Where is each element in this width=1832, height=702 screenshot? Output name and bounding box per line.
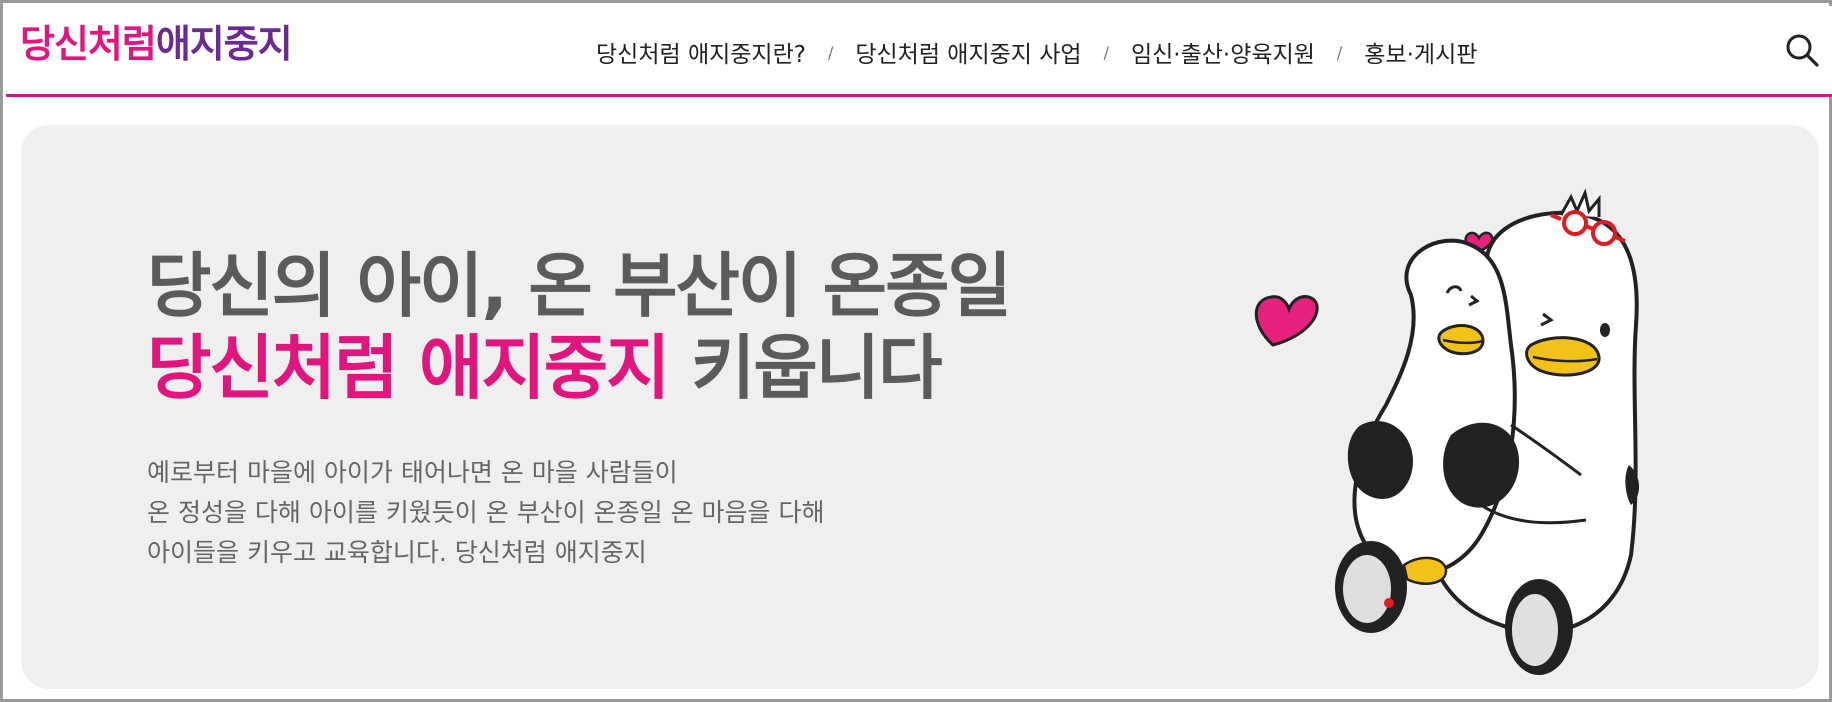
headline-line-2: 당신처럼 애지중지 키웁니다 bbox=[147, 327, 1010, 409]
headline-highlight: 당신처럼 애지중지 bbox=[147, 327, 671, 409]
description-line: 아이들을 키우고 교육합니다. 당신처럼 애지중지 bbox=[147, 538, 647, 567]
logo-part-1: 당신처럼 bbox=[20, 22, 157, 66]
nav-separator: / bbox=[1336, 42, 1343, 62]
site-logo[interactable]: 당신처럼 애지중지 bbox=[20, 16, 293, 68]
nav-separator: / bbox=[827, 42, 834, 62]
nav-item-projects[interactable]: 당신처럼 애지중지 사업 bbox=[855, 35, 1081, 69]
search-icon bbox=[1786, 34, 1819, 67]
page-frame: 당신처럼 애지중지 당신처럼 애지중지란? / 당신처럼 애지중지 사업 / 임… bbox=[0, 0, 1832, 702]
nav-item-about[interactable]: 당신처럼 애지중지란? bbox=[596, 35, 806, 69]
nav-item-board[interactable]: 홍보·게시판 bbox=[1364, 35, 1477, 69]
nav-item-support[interactable]: 임신·출산·양육지원 bbox=[1131, 35, 1315, 69]
site-header: 당신처럼 애지중지 당신처럼 애지중지란? / 당신처럼 애지중지 사업 / 임… bbox=[6, 6, 1832, 97]
hero-banner: 당신의 아이, 온 부산이 온종일 당신처럼 애지중지 키웁니다 예로부터 마을… bbox=[21, 125, 1819, 689]
main-nav: 당신처럼 애지중지란? / 당신처럼 애지중지 사업 / 임신·출산·양육지원 … bbox=[596, 32, 1477, 72]
mascot-penguins-illustration bbox=[1254, 188, 1640, 675]
hero-headline: 당신의 아이, 온 부산이 온종일 당신처럼 애지중지 키웁니다 bbox=[147, 245, 1012, 409]
headline-line-1: 당신의 아이, 온 부산이 온종일 bbox=[147, 245, 1012, 327]
nav-separator: / bbox=[1103, 42, 1109, 62]
description-line: 예로부터 마을에 아이가 태어나면 온 마을 사람들이 bbox=[147, 458, 678, 487]
search-button[interactable] bbox=[1784, 32, 1820, 68]
description-line: 온 정성을 다해 아이를 키웠듯이 온 부산이 온종일 온 마음을 다해 bbox=[147, 498, 825, 527]
headline-rest: 키웁니다 bbox=[668, 327, 943, 409]
logo-part-2: 애지중지 bbox=[155, 22, 293, 66]
heart-icon bbox=[1254, 295, 1319, 347]
hero-description: 예로부터 마을에 아이가 태어나면 온 마을 사람들이 온 정성을 다해 아이를… bbox=[147, 453, 824, 573]
